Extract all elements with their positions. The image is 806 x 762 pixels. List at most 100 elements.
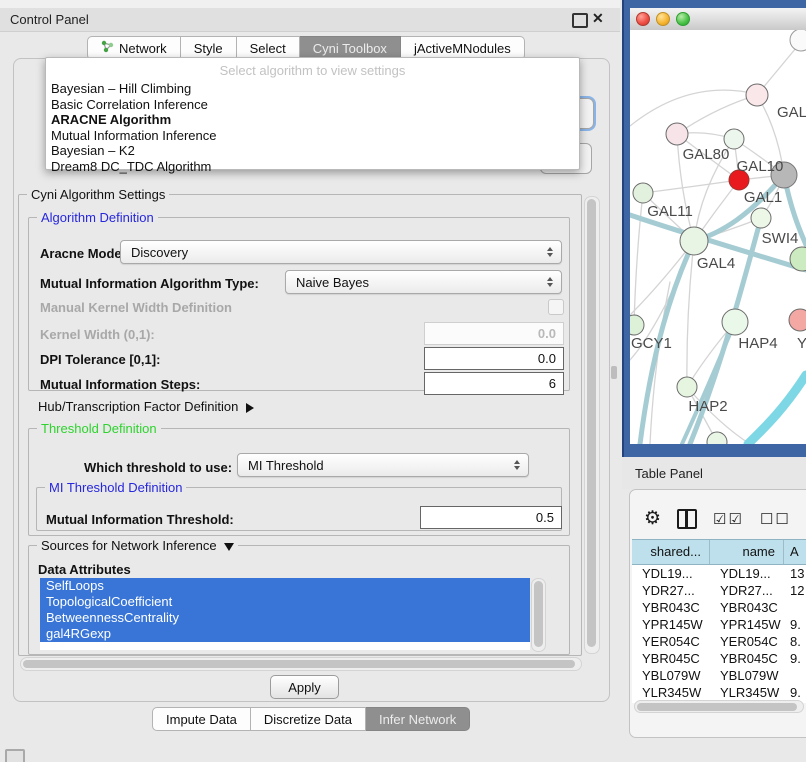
- tab-infer-network[interactable]: Infer Network: [366, 707, 470, 731]
- network-node-hap4[interactable]: [722, 309, 748, 335]
- table-row[interactable]: YLR345WYLR345W9.: [632, 684, 806, 701]
- network-node[interactable]: [707, 432, 727, 444]
- attribute-item-betweennesscentrality[interactable]: BetweennessCentrality: [40, 610, 530, 626]
- stepper-icon: [547, 247, 553, 257]
- which-threshold-label: Which threshold to use:: [84, 460, 232, 475]
- tab-discretize-data[interactable]: Discretize Data: [251, 707, 366, 731]
- sources-title[interactable]: Sources for Network Inference: [37, 538, 238, 553]
- splitter-handle[interactable]: [611, 366, 617, 379]
- table-cell: YLR345W: [632, 684, 710, 701]
- table-cell: YPR145W: [632, 616, 710, 633]
- apply-button[interactable]: Apply: [270, 675, 339, 699]
- network-edge[interactable]: [630, 241, 694, 315]
- column-layout-icon[interactable]: [677, 509, 697, 529]
- checked-columns-icon[interactable]: ☑☑: [713, 510, 744, 528]
- unchecked-columns-icon[interactable]: ☐☐: [760, 510, 791, 528]
- kernel-width-label: Kernel Width (0,1):: [40, 327, 155, 342]
- tab-impute-data[interactable]: Impute Data: [152, 707, 251, 731]
- table-cell: YPR145W: [710, 616, 784, 633]
- mi-algorithm-type-combo[interactable]: Naive Bayes: [285, 270, 562, 294]
- network-node-y[interactable]: [789, 309, 806, 331]
- node-label-gal4: GAL4: [697, 255, 735, 272]
- table-cell: [784, 667, 806, 684]
- mi-threshold-definition-title: MI Threshold Definition: [45, 480, 186, 495]
- close-icon[interactable]: ✕: [592, 10, 604, 27]
- network-node-swi4[interactable]: [751, 208, 771, 228]
- network-node-gal11[interactable]: [633, 183, 653, 203]
- table-row[interactable]: YDL19...YDL19...13: [632, 565, 806, 582]
- network-node-gal[interactable]: [746, 84, 768, 106]
- attribute-list-scrollbar[interactable]: [531, 578, 546, 652]
- table-cell: 9.: [784, 616, 806, 633]
- table-row[interactable]: YER054CYER054C8.: [632, 633, 806, 650]
- table-cell: YBR043C: [632, 599, 710, 616]
- table-row[interactable]: YBR045CYBR045C9.: [632, 650, 806, 667]
- mi-steps-field[interactable]: 6: [424, 372, 564, 395]
- column-header-shared[interactable]: shared...: [632, 540, 710, 564]
- network-node[interactable]: [790, 30, 806, 51]
- node-label-swi4: SWI4: [762, 230, 799, 247]
- network-node-gal4[interactable]: [680, 227, 708, 255]
- minimize-traffic-light-icon[interactable]: [656, 12, 670, 26]
- network-node-hap2[interactable]: [677, 377, 697, 397]
- manual-kernel-label: Manual Kernel Width Definition: [40, 300, 232, 315]
- table-cell: YDL19...: [710, 565, 784, 582]
- network-edge[interactable]: [687, 241, 694, 387]
- table-panel-title: Table Panel: [635, 466, 703, 481]
- hub-section-toggle[interactable]: Hub/Transcription Factor Definition: [38, 399, 254, 414]
- table-horizontal-scrollbar[interactable]: [634, 700, 804, 713]
- network-edge[interactable]: [630, 90, 746, 126]
- network-node-gal80[interactable]: [666, 123, 688, 145]
- table-cell: 9.: [784, 650, 806, 667]
- close-traffic-light-icon[interactable]: [636, 12, 650, 26]
- table-toolbar: ⚙ ☑☑ ☐☐: [644, 506, 806, 532]
- algorithm-definition-title: Algorithm Definition: [37, 210, 158, 225]
- table-row[interactable]: YDR27...YDR27...12: [632, 582, 806, 599]
- manual-kernel-checkbox[interactable]: [548, 299, 564, 315]
- node-label-y: Y: [797, 335, 806, 352]
- table-row[interactable]: YPR145WYPR145W9.: [632, 616, 806, 633]
- attribute-item-selfloops[interactable]: SelfLoops: [40, 578, 530, 594]
- algorithm-option-dream8-dc-tdc-algorithm[interactable]: Dream8 DC_TDC Algorithm: [46, 159, 579, 175]
- table-panel-titlebar: Table Panel: [622, 457, 806, 489]
- network-canvas[interactable]: GALGAL80GAL10GAL1GAL11SWI4GAL4GCY1HAP4YH…: [630, 30, 806, 444]
- network-edge[interactable]: [643, 180, 739, 193]
- minimized-panel-icon[interactable]: [5, 749, 25, 762]
- table-cell: [784, 599, 806, 616]
- table-cell: YBL079W: [632, 667, 710, 684]
- network-edge[interactable]: [634, 193, 643, 325]
- table-body: YDL19...YDL19...13YDR27...YDR27...12YBR0…: [632, 565, 806, 703]
- algorithm-option-bayesian-hill-climbing[interactable]: Bayesian – Hill Climbing: [46, 81, 579, 97]
- table-row[interactable]: YBL079WYBL079W: [632, 667, 806, 684]
- algorithm-option-mutual-information-inference[interactable]: Mutual Information Inference: [46, 128, 579, 144]
- table-cell: 12: [784, 582, 806, 599]
- column-header-a[interactable]: A: [784, 540, 806, 564]
- gear-icon[interactable]: ⚙: [644, 509, 661, 529]
- network-window-titlebar[interactable]: [630, 8, 806, 31]
- network-node-gcy1[interactable]: [630, 315, 644, 335]
- node-label-gal: GAL: [777, 104, 806, 121]
- algorithm-option-basic-correlation-inference[interactable]: Basic Correlation Inference: [46, 97, 579, 113]
- data-attributes-list[interactable]: SelfLoopsTopologicalCoefficientBetweenne…: [40, 578, 530, 650]
- attribute-item-gal4rgexp[interactable]: gal4RGexp: [40, 626, 530, 642]
- float-window-icon[interactable]: [572, 13, 588, 28]
- algorithm-option-bayesian-k2[interactable]: Bayesian – K2: [46, 143, 579, 159]
- algorithm-option-aracne-algorithm[interactable]: ARACNE Algorithm: [46, 112, 579, 128]
- settings-vertical-scrollbar[interactable]: [584, 196, 600, 654]
- mi-threshold-field[interactable]: 0.5: [420, 506, 562, 529]
- dpi-tolerance-field[interactable]: 0.0: [424, 347, 564, 370]
- attribute-item-topologicalcoefficient[interactable]: TopologicalCoefficient: [40, 594, 530, 610]
- network-graph[interactable]: GALGAL80GAL10GAL1GAL11SWI4GAL4GCY1HAP4YH…: [630, 30, 806, 444]
- table-row[interactable]: YBR043CYBR043C: [632, 599, 806, 616]
- aracne-mode-combo[interactable]: Discovery: [120, 240, 562, 264]
- zoom-traffic-light-icon[interactable]: [676, 12, 690, 26]
- aracne-mode-value: Discovery: [131, 245, 188, 260]
- network-edge[interactable]: [677, 95, 757, 134]
- network-edge[interactable]: [748, 375, 806, 444]
- table-cell: YBR045C: [632, 650, 710, 667]
- stepper-icon: [547, 277, 553, 287]
- column-header-name[interactable]: name: [710, 540, 784, 564]
- tab-label: Network: [119, 41, 167, 56]
- which-threshold-combo[interactable]: MI Threshold: [237, 453, 529, 477]
- settings-horizontal-scrollbar[interactable]: [20, 657, 582, 671]
